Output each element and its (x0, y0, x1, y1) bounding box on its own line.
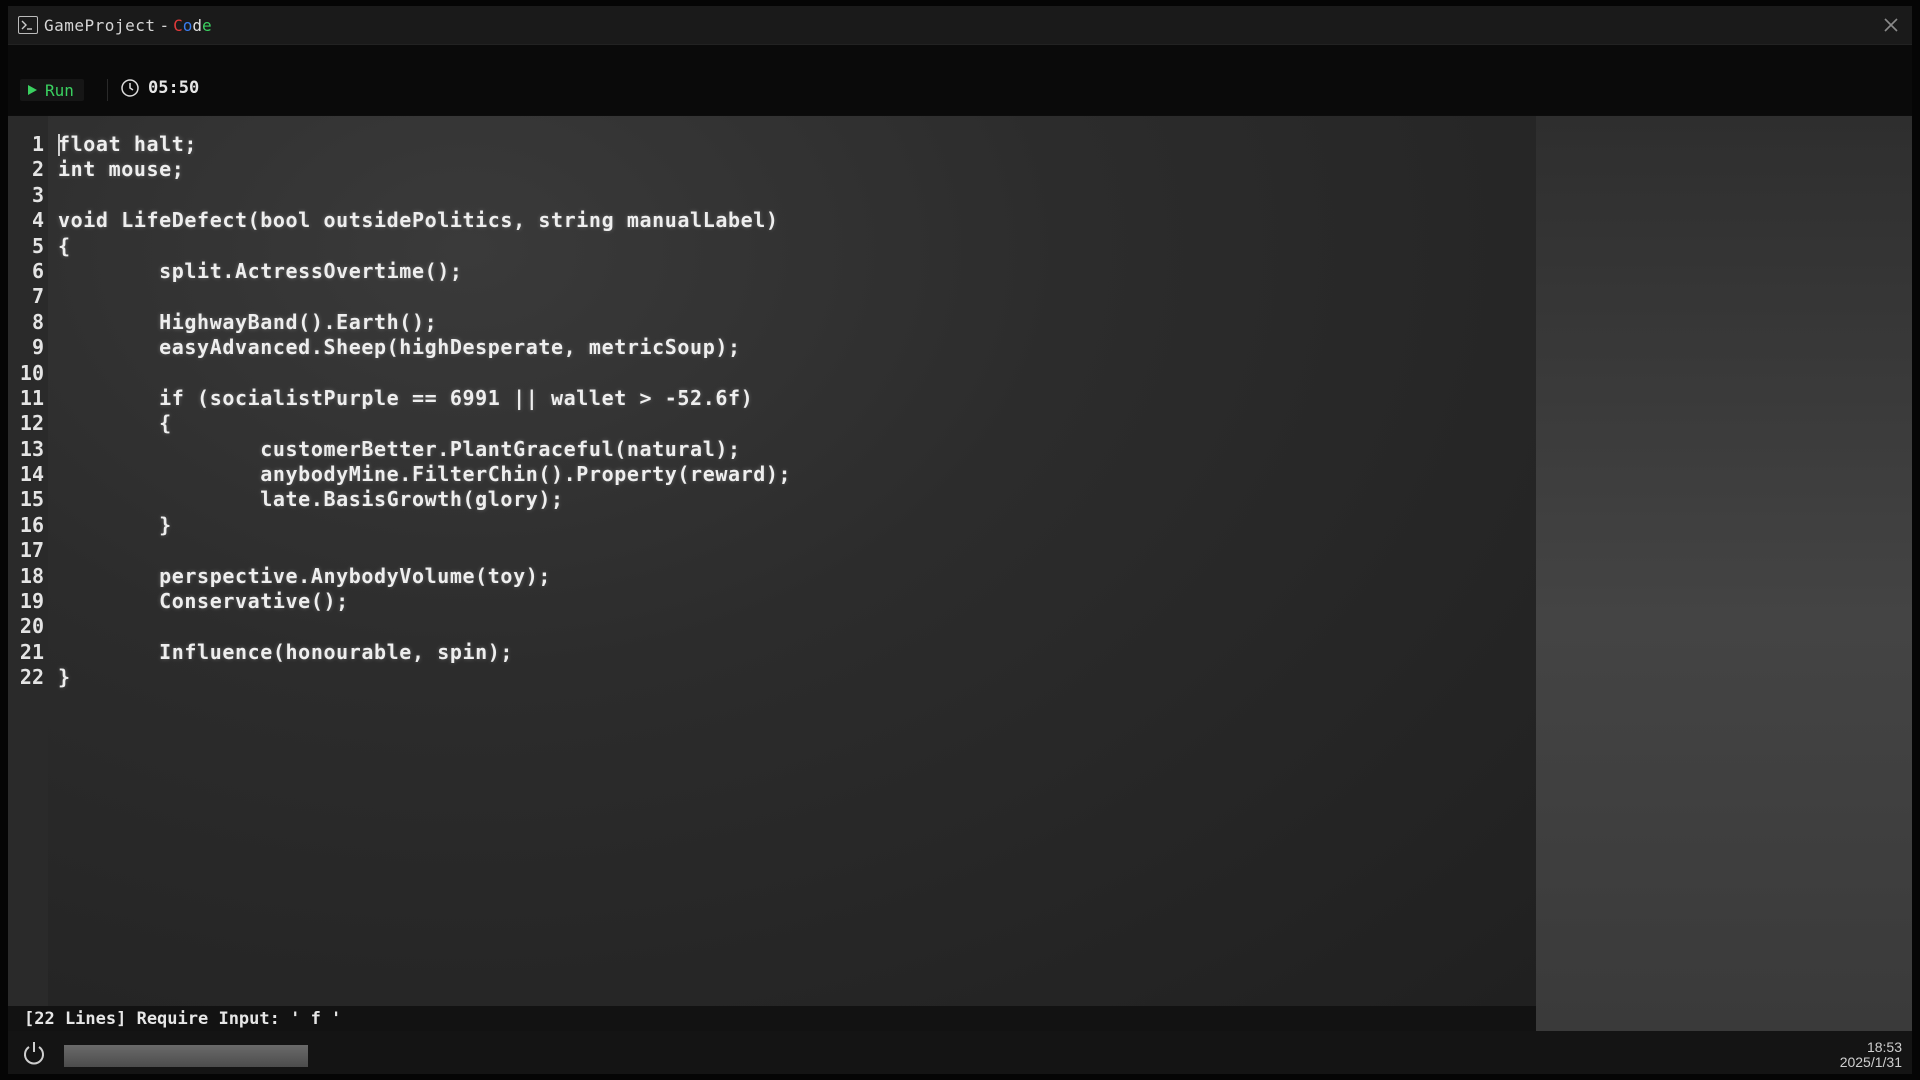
code-line[interactable]: Influence(honourable, spin); (58, 640, 791, 665)
power-button[interactable] (20, 1039, 48, 1067)
code-line[interactable]: late.BasisGrowth(glory); (58, 487, 791, 512)
clock-time: 18:53 (1866, 1039, 1902, 1055)
timer-value: 05:50 (148, 78, 200, 98)
code-line[interactable]: customerBetter.PlantGraceful(natural); (58, 437, 791, 462)
play-icon (28, 85, 37, 95)
system-clock: 18:53 2025/1/31 (1840, 1040, 1902, 1070)
timer: 05:50 (120, 78, 199, 98)
toolbar-divider (107, 79, 108, 101)
close-button[interactable] (1880, 14, 1902, 36)
code-line[interactable] (58, 361, 791, 386)
terminal-icon (18, 16, 38, 34)
line-number: 18 (19, 563, 44, 588)
code-line[interactable]: { (58, 411, 791, 436)
code-line[interactable] (58, 614, 791, 639)
app-brand: Code (173, 16, 212, 35)
line-number: 6 (31, 258, 44, 283)
code-line[interactable]: } (58, 513, 791, 538)
title-separator: - (159, 15, 170, 35)
line-number: 3 (31, 182, 44, 207)
close-icon (1884, 18, 1898, 32)
title-bar: GameProject - Code (8, 6, 1912, 45)
line-number: 10 (19, 360, 44, 385)
line-number: 8 (31, 309, 44, 334)
line-number: 11 (19, 385, 44, 410)
code-line[interactable]: easyAdvanced.Sheep(highDesperate, metric… (58, 335, 791, 360)
clock-icon (121, 79, 139, 97)
code-line[interactable]: void LifeDefect(bool outsidePolitics, st… (58, 208, 791, 233)
line-number: 22 (19, 665, 44, 690)
window-title: GameProject (44, 15, 156, 35)
brand-letter: o (182, 15, 193, 35)
code-editor[interactable]: 1 2 3 4 5 6 7 8 9 10 11 12 13 14 15 16 17 18 19 20 21 22 floa… (8, 116, 1536, 1006)
progress-bar (64, 1045, 308, 1067)
line-number: 14 (19, 462, 44, 487)
line-number: 13 (19, 436, 44, 461)
desktop-screen: GameProject - Code Run 05:50 1 2 3 4 5 6 7 8 9 10… (8, 6, 1912, 1074)
code-line[interactable]: float halt; (58, 132, 791, 157)
line-number: 7 (31, 284, 44, 309)
power-icon (24, 1042, 44, 1065)
code-area[interactable]: float halt; int mouse; void LifeDefect(boo… (58, 132, 791, 691)
line-number: 12 (19, 411, 44, 436)
clock-date: 2025/1/31 (1839, 1054, 1902, 1070)
brand-letter: C (173, 15, 183, 35)
code-line[interactable]: if (socialistPurple == 6991 || wallet > … (58, 386, 791, 411)
side-panel (1536, 116, 1912, 1031)
taskbar: 18:53 2025/1/31 (8, 1031, 1912, 1074)
code-line[interactable]: HighwayBand().Earth(); (58, 310, 791, 335)
line-number: 15 (19, 487, 44, 512)
brand-letter: d (192, 15, 203, 35)
code-line[interactable]: perspective.AnybodyVolume(toy); (58, 564, 791, 589)
line-number-gutter: 1 2 3 4 5 6 7 8 9 10 11 12 13 14 15 16 17 18 19 20 21 22 (8, 116, 48, 1006)
line-number: 19 (19, 589, 44, 614)
code-line[interactable] (58, 183, 791, 208)
code-line[interactable] (58, 284, 791, 309)
line-number: 1 (31, 132, 44, 156)
code-line[interactable]: split.ActressOvertime(); (58, 259, 791, 284)
progress-fill (64, 1045, 308, 1067)
code-line[interactable] (58, 538, 791, 563)
text-cursor (58, 134, 60, 156)
line-number: 2 (31, 157, 44, 182)
run-label: Run (45, 80, 74, 100)
line-number: 21 (19, 639, 44, 664)
run-button[interactable]: Run (20, 79, 84, 101)
line-number: 20 (19, 614, 44, 639)
line-number: 17 (19, 538, 44, 563)
code-line[interactable]: int mouse; (58, 157, 791, 182)
line-number: 5 (31, 233, 44, 258)
line-number: 4 (31, 208, 44, 233)
brand-letter: e (202, 15, 212, 35)
line-number: 16 (19, 512, 44, 537)
status-line: [22 Lines] Require Input: ' f ' (8, 1006, 1536, 1031)
code-line[interactable]: Conservative(); (58, 589, 791, 614)
status-text: [22 Lines] Require Input: ' f ' (24, 1008, 342, 1029)
code-line[interactable]: } (58, 665, 791, 690)
code-line[interactable]: { (58, 234, 791, 259)
toolbar: Run 05:50 (8, 45, 1912, 115)
line-number: 9 (31, 335, 44, 360)
code-line[interactable]: anybodyMine.FilterChin().Property(reward… (58, 462, 791, 487)
